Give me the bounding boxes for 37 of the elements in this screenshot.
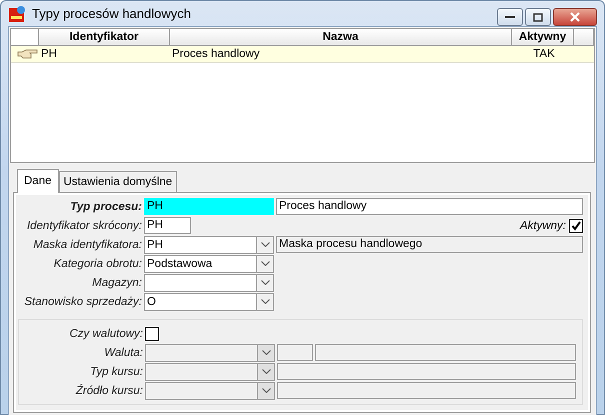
app-icon [8, 4, 26, 22]
checkbox[interactable] [145, 326, 159, 340]
tab[interactable]: Ustawienia domyślne [58, 171, 178, 192]
dropdown[interactable]: O [144, 292, 274, 310]
maximize-button[interactable] [525, 8, 551, 26]
field-label: Kategoria obrotu: [52, 258, 142, 270]
text-field[interactable]: Proces handlowy [276, 198, 583, 215]
field-label: Stanowisko sprzedaży: [23, 296, 142, 308]
column-header[interactable]: Nazwa [170, 29, 512, 46]
window-title: Typy procesów handlowych [32, 6, 192, 21]
field-label: Typ procesu: [69, 200, 142, 212]
table-row[interactable]: PH Proces handlowy TAK [11, 46, 594, 63]
column-header[interactable]: Identyfikator [39, 29, 170, 46]
table-cell-text: TAK [532, 47, 556, 62]
column-header[interactable]: Aktywny [512, 29, 574, 46]
pointing-hand-icon [17, 48, 39, 60]
tab[interactable]: Dane [17, 169, 58, 193]
minimize-button[interactable] [497, 8, 523, 26]
table-cell-text: PH [40, 47, 58, 62]
field-label: Identyfikator skrócony: [26, 220, 142, 232]
field-label: Źródło kursu: [74, 384, 143, 396]
minimize-icon [505, 15, 515, 19]
field-label: Magazyn: [91, 276, 142, 288]
field-label: Typ kursu: [89, 366, 143, 378]
field-label: Maska identyfikatora: [32, 238, 142, 250]
field-label: Waluta: [103, 346, 143, 358]
dropdown[interactable]: Podstawowa [144, 254, 274, 272]
dropdown[interactable]: PH [144, 236, 274, 254]
field-label: Czy walutowy: [68, 328, 143, 340]
text-field[interactable]: PH [144, 217, 191, 234]
field-label: Aktywny: [520, 220, 566, 232]
text-field[interactable]: PH [144, 198, 274, 215]
maximize-icon [533, 12, 543, 22]
checkbox[interactable] [569, 218, 583, 232]
close-icon [570, 12, 580, 22]
close-button[interactable] [553, 8, 597, 26]
table-cell-text: Proces handlowy [171, 47, 261, 62]
